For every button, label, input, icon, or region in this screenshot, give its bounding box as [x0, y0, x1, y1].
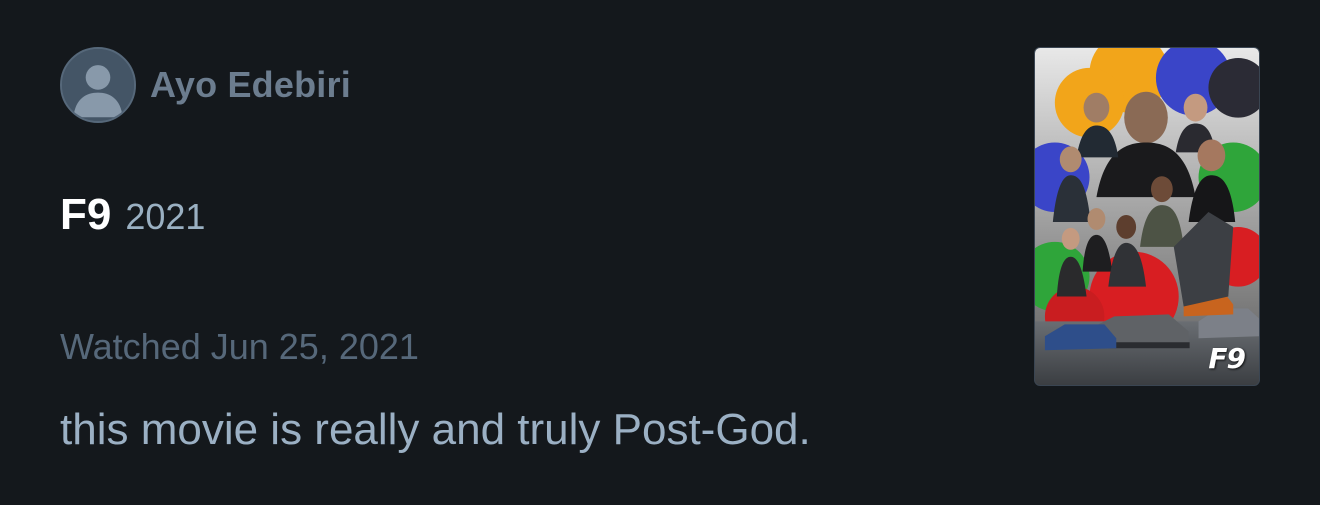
poster-title-logo: F9	[1208, 342, 1246, 375]
review-card: Ayo Edebiri F9 2021 Watched Jun 25, 2021…	[0, 0, 1320, 505]
film-year[interactable]: 2021	[125, 196, 205, 238]
watched-date: Watched Jun 25, 2021	[60, 326, 419, 367]
poster-artwork	[1035, 48, 1259, 385]
author-name[interactable]: Ayo Edebiri	[150, 64, 351, 106]
review-body: this movie is really and truly Post-God.	[60, 405, 811, 454]
film-title[interactable]: F9	[60, 190, 111, 240]
person-silhouette-icon	[62, 49, 134, 121]
author-avatar[interactable]	[60, 47, 136, 123]
film-heading: F9 2021	[60, 190, 205, 240]
review-author[interactable]: Ayo Edebiri	[60, 47, 351, 123]
film-poster[interactable]: F9	[1034, 47, 1260, 386]
